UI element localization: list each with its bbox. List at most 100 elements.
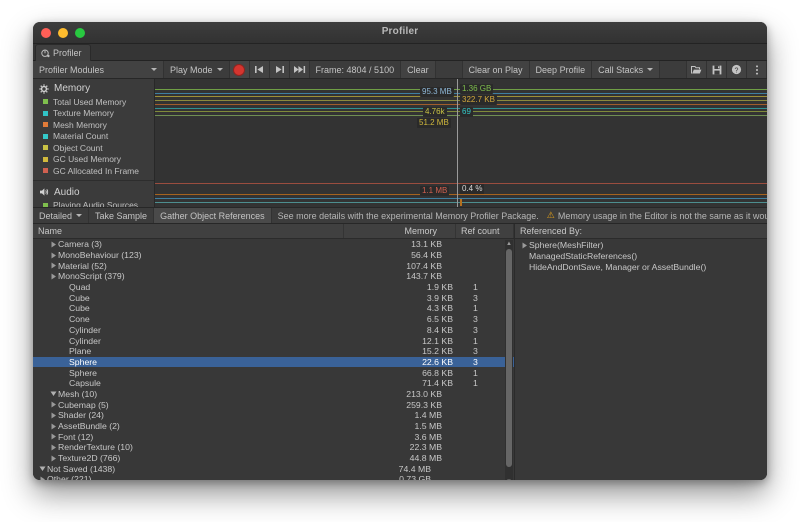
table-row[interactable]: MonoScript (379)143.7 KB xyxy=(33,271,514,282)
counter-label: Playing Audio Sources xyxy=(53,200,138,207)
counter-total-used-memory[interactable]: Total Used Memory xyxy=(33,96,154,108)
value-label-texture-memory: 95.3 MB xyxy=(420,87,454,97)
color-swatch xyxy=(43,157,48,162)
help-button[interactable]: ? xyxy=(727,61,747,78)
table-row[interactable]: MonoBehaviour (123)56.4 KB xyxy=(33,250,514,261)
clear-on-play-button[interactable]: Clear on Play xyxy=(463,61,530,78)
tree-expander-collapsed[interactable] xyxy=(49,423,58,430)
profiler-modules-dropdown[interactable]: Profiler Modules xyxy=(33,61,164,78)
referenced-by-row[interactable]: HideAndDontSave, Manager or AssetBundle(… xyxy=(515,261,767,272)
take-sample-button[interactable]: Take Sample xyxy=(89,208,154,223)
tree-expander-collapsed[interactable] xyxy=(49,241,58,248)
table-row[interactable]: Cylinder12.1 KB1 xyxy=(33,335,514,346)
table-row[interactable]: Plane15.2 KB3 xyxy=(33,346,514,357)
record-button[interactable] xyxy=(230,61,250,78)
module-header-memory[interactable]: Memory xyxy=(33,79,154,96)
column-header-ref-count[interactable]: Ref count xyxy=(456,224,514,238)
deep-profile-button[interactable]: Deep Profile xyxy=(530,61,593,78)
table-row[interactable]: Mesh (10)213.0 KB xyxy=(33,389,514,400)
frame-tick-marker xyxy=(460,199,462,206)
table-row[interactable]: Quad1.9 KB1 xyxy=(33,282,514,293)
table-row[interactable]: Cylinder8.4 KB3 xyxy=(33,325,514,336)
cell-name: MonoScript (379) xyxy=(33,271,354,281)
table-row[interactable]: Cone6.5 KB3 xyxy=(33,314,514,325)
table-vertical-scrollbar[interactable]: ▲ ▼ xyxy=(505,240,513,480)
table-row[interactable]: Not Saved (1438)74.4 MB xyxy=(33,463,514,474)
module-header-audio[interactable]: Audio xyxy=(33,183,154,200)
table-row[interactable]: Sphere66.8 KB1 xyxy=(33,367,514,378)
tree-expander-expanded[interactable] xyxy=(49,390,58,397)
table-row[interactable]: Sphere22.6 KB3 xyxy=(33,357,514,368)
table-row[interactable]: Texture2D (766)44.8 MB xyxy=(33,453,514,464)
cell-name: Cubemap (5) xyxy=(33,400,354,410)
tree-expander-collapsed[interactable] xyxy=(49,273,58,280)
tree-expander-collapsed[interactable] xyxy=(49,412,58,419)
overflow-menu-button[interactable] xyxy=(747,61,767,78)
counter-label: GC Allocated In Frame xyxy=(53,166,139,176)
table-row[interactable]: AssetBundle (2)1.5 MB xyxy=(33,421,514,432)
tree-expander-collapsed[interactable] xyxy=(49,444,58,451)
counter-material-count[interactable]: Material Count xyxy=(33,131,154,143)
frame-playhead[interactable] xyxy=(457,79,458,207)
tree-expander-collapsed[interactable] xyxy=(49,252,58,259)
clear-label: Clear xyxy=(407,65,429,75)
table-row[interactable]: Material (52)107.4 KB xyxy=(33,260,514,271)
tree-expander-collapsed[interactable] xyxy=(49,433,58,440)
scroll-down-arrow[interactable]: ▼ xyxy=(505,478,513,480)
tree-expander-collapsed[interactable] xyxy=(49,262,58,269)
tree-expander-expanded[interactable] xyxy=(38,465,47,472)
tree-expander-collapsed[interactable] xyxy=(38,476,47,480)
table-row[interactable]: Other (221)0.73 GB xyxy=(33,474,514,480)
counter-playing-audio-sources[interactable]: Playing Audio Sources xyxy=(33,200,154,208)
call-stacks-dropdown[interactable]: Call Stacks xyxy=(592,61,660,78)
first-frame-button[interactable] xyxy=(250,61,270,78)
table-row[interactable]: Cube4.3 KB1 xyxy=(33,303,514,314)
cell-memory: 71.4 KB xyxy=(365,378,471,388)
memory-profiler-hint: See more details with the experimental M… xyxy=(272,208,767,223)
tree-expander-collapsed[interactable] xyxy=(49,455,58,462)
cell-name: Material (52) xyxy=(33,261,354,271)
chart-area: Memory Total Used Memory Texture Memory … xyxy=(33,79,767,207)
counter-object-count[interactable]: Object Count xyxy=(33,142,154,154)
counter-texture-memory[interactable]: Texture Memory xyxy=(33,108,154,120)
clear-button[interactable]: Clear xyxy=(401,61,436,78)
next-frame-button[interactable] xyxy=(270,61,290,78)
gather-object-references-toggle[interactable]: Gather Object References xyxy=(154,208,272,223)
cell-memory: 1.5 MB xyxy=(354,421,460,431)
table-row[interactable]: Shader (24)1.4 MB xyxy=(33,410,514,421)
table-row[interactable]: Cubemap (5)259.3 KB xyxy=(33,399,514,410)
table-row[interactable]: Camera (3)13.1 KB xyxy=(33,239,514,250)
column-header-memory[interactable]: Memory xyxy=(344,224,456,238)
load-profile-button[interactable] xyxy=(687,61,707,78)
cell-name: Cylinder xyxy=(33,336,365,346)
cell-memory: 74.4 MB xyxy=(343,464,449,474)
table-row[interactable]: RenderTexture (10)22.3 MB xyxy=(33,442,514,453)
record-icon xyxy=(233,64,245,76)
cell-memory: 1.9 KB xyxy=(365,282,471,292)
counter-mesh-memory[interactable]: Mesh Memory xyxy=(33,119,154,131)
cell-memory: 13.1 KB xyxy=(354,239,460,249)
chevron-down-icon xyxy=(76,214,82,217)
play-mode-dropdown[interactable]: Play Mode xyxy=(164,61,230,78)
last-frame-button[interactable] xyxy=(290,61,310,78)
scrollbar-thumb[interactable] xyxy=(506,249,512,467)
tree-expander-collapsed[interactable] xyxy=(520,242,529,249)
tree-expander-collapsed[interactable] xyxy=(49,401,58,408)
referenced-by-row[interactable]: Sphere(MeshFilter) xyxy=(515,240,767,251)
kebab-menu-icon xyxy=(755,64,759,76)
column-header-name[interactable]: Name xyxy=(33,224,344,238)
chevron-down-icon xyxy=(217,68,223,71)
table-row[interactable]: Font (12)3.6 MB xyxy=(33,431,514,442)
cell-name: Cylinder xyxy=(33,325,365,335)
counter-gc-allocated-in-frame[interactable]: GC Allocated In Frame xyxy=(33,165,154,177)
tab-profiler[interactable]: Profiler xyxy=(35,44,91,61)
counter-gc-used-memory[interactable]: GC Used Memory xyxy=(33,154,154,166)
memory-graph[interactable]: 95.3 MB 1.36 GB 322.7 KB 4.76k 69 51.2 M… xyxy=(155,79,767,207)
view-mode-dropdown[interactable]: Detailed xyxy=(33,208,89,223)
table-row[interactable]: Capsule71.4 KB1 xyxy=(33,378,514,389)
save-profile-button[interactable] xyxy=(707,61,727,78)
series-line-audio-a xyxy=(155,194,767,195)
scroll-up-arrow[interactable]: ▲ xyxy=(505,240,513,247)
table-row[interactable]: Cube3.9 KB3 xyxy=(33,292,514,303)
referenced-by-row[interactable]: ManagedStaticReferences() xyxy=(515,251,767,262)
